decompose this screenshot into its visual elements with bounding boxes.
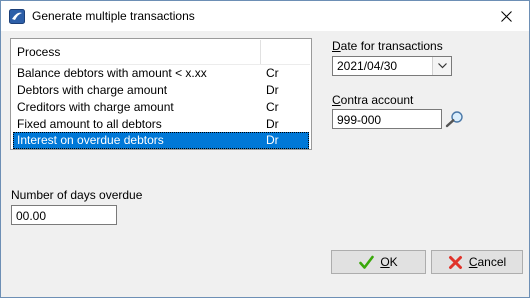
row-process: Fixed amount to all debtors	[17, 117, 162, 131]
date-value: 2021/04/30	[337, 59, 398, 73]
days-overdue-label: Number of days overdue	[11, 188, 143, 202]
row-type: Dr	[266, 117, 279, 131]
cancel-x-icon	[448, 255, 462, 269]
title-bar: Generate multiple transactions	[1, 1, 529, 31]
row-process: Balance debtors with amount < x.xx	[17, 66, 207, 80]
process-column-header[interactable]: Process	[17, 45, 60, 59]
row-process: Creditors with charge amount	[17, 100, 174, 114]
row-process: Debtors with charge amount	[17, 83, 168, 97]
row-type: Dr	[266, 133, 279, 147]
list-row[interactable]: Fixed amount to all debtors Dr	[13, 116, 309, 133]
cancel-label: Cancel	[468, 255, 507, 269]
lookup-button[interactable]	[444, 109, 466, 129]
ok-button[interactable]: OK	[331, 250, 426, 274]
date-label: Date for transactions	[332, 39, 443, 53]
contra-label: Contra account	[332, 93, 414, 107]
row-type: Dr	[266, 83, 279, 97]
process-list[interactable]: Process Balance debtors with amount < x.…	[10, 38, 312, 150]
list-row[interactable]: Balance debtors with amount < x.xx Cr	[13, 65, 309, 82]
app-icon	[9, 9, 25, 24]
row-type: Cr	[266, 100, 279, 114]
date-combobox[interactable]: 2021/04/30	[332, 56, 452, 76]
contra-value: 999-000	[337, 113, 382, 127]
cancel-button[interactable]: Cancel	[431, 250, 523, 274]
window-title: Generate multiple transactions	[32, 9, 195, 23]
row-process: Interest on overdue debtors	[17, 133, 164, 147]
contra-account-input[interactable]: 999-000	[332, 109, 442, 129]
list-row[interactable]: Creditors with charge amount Cr	[13, 99, 309, 116]
list-header: Process	[12, 40, 310, 65]
dropdown-button[interactable]	[432, 57, 451, 75]
magnifier-icon	[445, 111, 463, 128]
days-overdue-input[interactable]: 00.00	[11, 205, 117, 225]
chevron-down-icon	[437, 63, 447, 69]
checkmark-icon	[359, 255, 375, 269]
close-button[interactable]	[483, 1, 529, 31]
column-separator	[260, 40, 261, 64]
dialog-window: Generate multiple transactions Process B…	[0, 0, 530, 298]
row-type: Cr	[266, 66, 279, 80]
ok-label: OK	[380, 255, 398, 269]
list-row[interactable]: Debtors with charge amount Dr	[13, 82, 309, 99]
days-value: 00.00	[16, 209, 47, 223]
list-row-selected[interactable]: Interest on overdue debtors Dr	[13, 132, 309, 149]
close-icon	[500, 10, 512, 22]
